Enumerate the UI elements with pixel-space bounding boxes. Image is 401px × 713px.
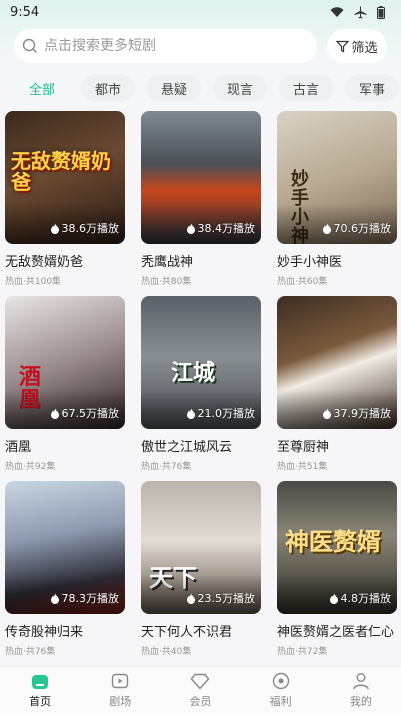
poster-title-text: 无敌赘婿奶爸 <box>11 149 111 194</box>
drama-poster[interactable]: 无敌赘婿奶爸 38.6万播放 <box>5 111 125 244</box>
bottom-tab-bar: 首页 剧场 会员 福利 我的 <box>0 666 401 713</box>
tab-vip[interactable]: 会员 <box>170 671 230 709</box>
play-count: 38.6万播放 <box>50 220 119 236</box>
drama-meta: 热血·共76集 <box>141 462 192 472</box>
drama-card[interactable]: 妙手小神医 70.6万播放 妙手小神医 热血·共60集 <box>277 111 397 296</box>
status-time: 9:54 <box>10 4 40 20</box>
filter-button[interactable]: 筛选 <box>327 29 387 63</box>
play-count: 4.8万播放 <box>329 590 391 606</box>
drama-card[interactable]: 酒凰 67.5万播放 酒凰 热血·共92集 <box>5 296 125 481</box>
drama-poster[interactable]: 神医赘婿 4.8万播放 <box>277 481 397 614</box>
airplane-icon <box>354 6 367 18</box>
tab-theater[interactable]: 剧场 <box>90 671 150 709</box>
filter-label: 筛选 <box>351 40 378 56</box>
drama-title: 至尊厨神 <box>277 440 330 455</box>
drama-card[interactable]: 37.9万播放 至尊厨神 热血·共51集 <box>277 296 397 481</box>
category-ancient-romance[interactable]: 古言 <box>279 74 333 102</box>
flame-icon <box>50 593 59 604</box>
flame-icon <box>322 223 331 234</box>
drama-title: 秃鹰战神 <box>141 255 194 270</box>
status-icons <box>330 5 385 19</box>
drama-meta: 热血·共60集 <box>277 277 328 287</box>
drama-meta: 热血·共80集 <box>141 277 192 287</box>
drama-meta: 热血·共92集 <box>5 462 56 472</box>
search-box[interactable] <box>14 29 317 63</box>
profile-icon <box>353 673 369 690</box>
play-count: 78.3万播放 <box>50 590 119 606</box>
drama-poster[interactable]: 78.3万播放 <box>5 481 125 614</box>
welfare-icon <box>272 672 289 690</box>
search-row: 筛选 <box>14 29 387 63</box>
drama-title: 天下何人不识君 <box>141 625 233 640</box>
drama-meta: 热血·共100集 <box>5 277 62 287</box>
flame-icon <box>186 593 195 604</box>
drama-card[interactable]: 无敌赘婿奶爸 38.6万播放 无敌赘婿奶爸 热血·共100集 <box>5 111 125 296</box>
category-modern-romance[interactable]: 现言 <box>213 74 267 102</box>
drama-card[interactable]: 天下 23.5万播放 天下何人不识君 热血·共40集 <box>141 481 261 666</box>
wifi-icon <box>330 7 344 17</box>
flame-icon <box>186 223 195 234</box>
drama-title: 妙手小神医 <box>277 255 343 270</box>
drama-card[interactable]: 78.3万播放 传奇股神归来 热血·共76集 <box>5 481 125 666</box>
drama-poster[interactable]: 妙手小神医 70.6万播放 <box>277 111 397 244</box>
flame-icon <box>186 408 195 419</box>
drama-poster[interactable]: 37.9万播放 <box>277 296 397 429</box>
drama-title: 酒凰 <box>5 440 32 455</box>
flame-icon <box>50 223 59 234</box>
battery-icon <box>377 5 385 19</box>
search-input[interactable] <box>44 38 284 54</box>
play-count: 70.6万播放 <box>322 220 391 236</box>
drama-title: 傲世之江城风云 <box>141 440 233 455</box>
drama-meta: 热血·共72集 <box>277 647 328 657</box>
drama-poster[interactable]: 酒凰 67.5万播放 <box>5 296 125 429</box>
filter-icon <box>336 40 350 52</box>
poster-title-text: 神医赘婿 <box>285 527 381 556</box>
flame-icon <box>322 408 331 419</box>
drama-poster[interactable]: 江城 21.0万播放 <box>141 296 261 429</box>
vip-diamond-icon <box>191 673 210 690</box>
drama-card[interactable]: 神医赘婿 4.8万播放 神医赘婿之医者仁心 热血·共72集 <box>277 481 397 666</box>
play-count: 38.4万播放 <box>186 220 255 236</box>
drama-meta: 热血·共51集 <box>277 462 328 472</box>
drama-card[interactable]: 38.4万播放 秃鹰战神 热血·共80集 <box>141 111 261 296</box>
play-count: 37.9万播放 <box>322 405 391 421</box>
category-suspense[interactable]: 悬疑 <box>147 74 201 102</box>
play-count: 23.5万播放 <box>186 590 255 606</box>
drama-meta: 热血·共76集 <box>5 647 56 657</box>
category-military[interactable]: 军事 <box>345 74 399 102</box>
tab-home[interactable]: 首页 <box>10 671 70 709</box>
category-all[interactable]: 全部 <box>15 74 69 102</box>
drama-title: 传奇股神归来 <box>5 625 84 640</box>
tab-welfare[interactable]: 福利 <box>251 671 311 709</box>
category-tabs: 全部 都市 悬疑 现言 古言 军事 <box>15 74 401 102</box>
drama-poster[interactable]: 38.4万播放 <box>141 111 261 244</box>
drama-title: 无敌赘婿奶爸 <box>5 255 84 270</box>
drama-grid: 无敌赘婿奶爸 38.6万播放 无敌赘婿奶爸 热血·共100集 38.4万播放 秃… <box>5 111 397 666</box>
poster-title-text: 江城 <box>171 360 216 386</box>
drama-title: 神医赘婿之医者仁心 <box>277 625 395 640</box>
drama-card[interactable]: 江城 21.0万播放 傲世之江城风云 热血·共76集 <box>141 296 261 481</box>
play-count: 67.5万播放 <box>50 405 119 421</box>
category-urban[interactable]: 都市 <box>81 74 135 102</box>
flame-icon <box>50 408 59 419</box>
tab-profile[interactable]: 我的 <box>331 671 391 709</box>
drama-poster[interactable]: 天下 23.5万播放 <box>141 481 261 614</box>
flame-icon <box>329 593 338 604</box>
search-icon <box>22 38 37 53</box>
play-count: 21.0万播放 <box>186 405 255 421</box>
status-bar: 9:54 <box>0 0 401 24</box>
theater-icon <box>112 673 129 689</box>
drama-meta: 热血·共40集 <box>141 647 192 657</box>
home-icon <box>32 675 49 689</box>
